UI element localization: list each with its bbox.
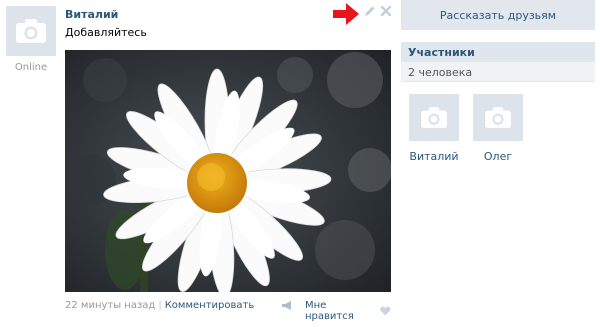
members-count: 2 человека (401, 62, 595, 82)
camera-icon (16, 19, 46, 43)
post-footer: 22 минуты назад | Комментировать Мне нрави… (65, 300, 391, 322)
post-photo[interactable] (65, 50, 391, 292)
member-oleg[interactable]: Олег (473, 94, 523, 163)
post-actions (364, 5, 392, 17)
tell-friends-button[interactable]: Рассказать друзьям (401, 0, 595, 30)
close-icon[interactable] (380, 5, 392, 17)
post-text: Добавляйтесь (65, 26, 147, 39)
red-arrow-icon (333, 3, 359, 25)
post-time[interactable]: 22 минуты назад (65, 300, 155, 311)
member-avatar[interactable] (473, 94, 523, 141)
daisy-photo (65, 50, 391, 292)
member-vitaliy[interactable]: Виталий (409, 94, 459, 163)
heart-icon (380, 306, 391, 316)
like-button[interactable]: Мне нравится (305, 300, 391, 322)
members-header[interactable]: Участники (401, 42, 595, 62)
member-avatar[interactable] (409, 94, 459, 141)
author-avatar[interactable] (6, 6, 56, 56)
camera-icon (485, 107, 511, 128)
pencil-icon[interactable] (364, 5, 376, 17)
online-status: Online (14, 62, 48, 73)
megaphone-icon[interactable] (281, 300, 293, 314)
post-author[interactable]: Виталий (65, 8, 118, 21)
member-name[interactable]: Олег (463, 150, 533, 163)
camera-icon (421, 107, 447, 128)
comment-link[interactable]: Комментировать (165, 300, 255, 311)
member-name[interactable]: Виталий (399, 150, 469, 163)
footer-separator: | (158, 300, 162, 311)
like-label: Мне нравится (305, 300, 354, 322)
